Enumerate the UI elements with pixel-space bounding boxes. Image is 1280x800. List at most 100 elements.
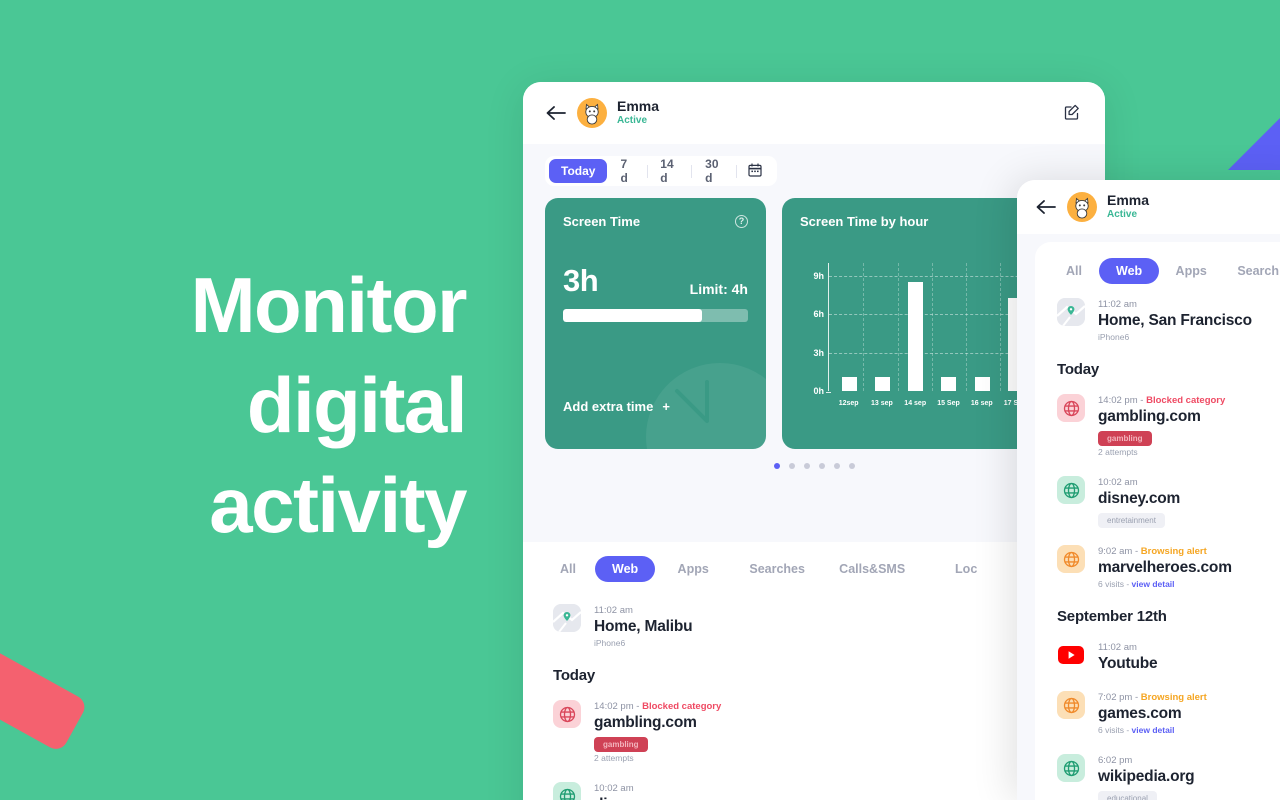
- chart-bar: [875, 376, 891, 391]
- entry-chip-wrap: gambling: [1098, 427, 1225, 446]
- back-arrow-icon[interactable]: [545, 102, 567, 124]
- list-item[interactable]: 10:02 amdisney.comentretainment: [553, 782, 1075, 800]
- chart-y-tick: 3h: [813, 347, 824, 358]
- tab-apps[interactable]: Apps: [655, 556, 731, 582]
- entry-title: disney.com: [594, 795, 676, 800]
- globe-icon: [553, 700, 581, 728]
- tab-searches[interactable]: Searches: [731, 556, 823, 582]
- chart-gridline-v: [931, 263, 933, 391]
- carousel-dot[interactable]: [788, 463, 795, 469]
- entry-title: gambling.com: [1098, 408, 1201, 425]
- cat-avatar[interactable]: [577, 98, 607, 128]
- range-tab-today[interactable]: Today: [549, 159, 608, 183]
- day-heading: Today: [553, 667, 596, 684]
- help-icon[interactable]: ?: [735, 215, 748, 228]
- entry-alert: Blocked category: [642, 701, 722, 712]
- chart-bar: [842, 376, 858, 391]
- add-extra-time-button[interactable]: Add extra time +: [563, 399, 670, 414]
- tab-apps[interactable]: Apps: [1159, 258, 1223, 284]
- chart-x-tick: 15 Sep: [937, 399, 960, 407]
- list-item[interactable]: 10:02 amdisney.comentretainment: [1057, 476, 1280, 528]
- list-item[interactable]: 7:02 pm - Browsing alert games.com 6 visit…: [1057, 691, 1280, 737]
- day-heading: September 12th: [1057, 608, 1167, 625]
- screen-time-values: 3h Limit: 4h: [563, 263, 748, 298]
- screen-time-value: 3h: [563, 263, 599, 298]
- plus-icon: +: [662, 399, 670, 414]
- hero-line-3: activity: [209, 461, 467, 549]
- screen-time-progress-fill: [563, 309, 702, 322]
- user-info: Emma Active: [617, 99, 659, 127]
- location-title: Home, Malibu: [594, 618, 693, 635]
- list-item[interactable]: 14:02 pm - Blocked category gambling.com g…: [553, 700, 1075, 765]
- list-item[interactable]: 6:02 pm wikipedia.org educational: [1057, 754, 1280, 800]
- entry-meta: 11:02 am: [1098, 641, 1157, 654]
- right-panel-header: Emma Active: [1017, 180, 1280, 234]
- globe-icon: [1057, 691, 1085, 719]
- screen-time-card[interactable]: Screen Time ? 3h Limit: 4h Add extra tim…: [545, 198, 766, 449]
- tab-calls-sms[interactable]: Calls&SMS: [823, 556, 921, 582]
- carousel-dot[interactable]: [833, 463, 840, 469]
- tab-web[interactable]: Web: [595, 556, 656, 582]
- entry-time: 10:02 am: [1098, 477, 1138, 488]
- entry-sub: 6 visits - view detail: [1098, 725, 1175, 735]
- cat-avatar[interactable]: [1067, 192, 1097, 222]
- carousel-dot[interactable]: [818, 463, 825, 469]
- right-activity-card: All Web Apps Search 11:02 am Home, San Fran…: [1035, 242, 1280, 800]
- entry-alert: Browsing alert: [1140, 546, 1207, 557]
- tab-all[interactable]: All: [541, 556, 595, 582]
- chart-bar: [974, 376, 990, 391]
- calendar-icon[interactable]: [737, 163, 773, 179]
- screen-time-progress: [563, 309, 748, 322]
- clock-hands-icon: [675, 380, 709, 423]
- entry-time: 9:02 am: [1098, 546, 1133, 557]
- list-item-text: 7:02 pm - Browsing alert games.com 6 visit…: [1098, 691, 1207, 737]
- list-item[interactable]: 14:02 pm - Blocked category gambling.com g…: [1057, 394, 1280, 459]
- tab-loc[interactable]: Loc: [921, 556, 1011, 582]
- entry-chip-wrap: gambling: [594, 733, 721, 752]
- map-pin-icon: [1057, 298, 1085, 326]
- view-detail-link[interactable]: view detail: [1132, 725, 1175, 735]
- entry-meta: 9:02 am - Browsing alert: [1098, 546, 1207, 557]
- location-text: 11:02 am Home, San Francisco iPhone6: [1098, 298, 1252, 344]
- user-name: Emma: [1107, 192, 1150, 208]
- tab-web[interactable]: Web: [1099, 258, 1160, 284]
- range-tab-14d[interactable]: 14 d: [647, 157, 691, 185]
- chart-gridline-v: [1000, 263, 1002, 391]
- main-panel-header: Emma Active: [523, 82, 1105, 144]
- entry-alert: Blocked category: [1146, 395, 1226, 406]
- chart-x-tick: 14 sep: [904, 399, 927, 407]
- right-activity-sections: Today 14:02 pm - Blocked category gambling…: [1057, 361, 1280, 800]
- carousel-dot[interactable]: [773, 463, 780, 469]
- range-tab-30d[interactable]: 30 d: [692, 157, 736, 185]
- entry-time: 14:02 pm: [594, 701, 634, 712]
- chart-bar: [941, 376, 957, 391]
- chart-x-tick: 16 sep: [970, 399, 993, 407]
- entry-chip-wrap: educational: [1098, 787, 1194, 800]
- tab-all[interactable]: All: [1049, 258, 1099, 284]
- list-item[interactable]: 11:02 am Youtube: [1057, 641, 1280, 674]
- chart-y-axis: 0h 3h 6h 9h: [800, 263, 824, 396]
- view-detail-link[interactable]: view detail: [1132, 579, 1175, 589]
- carousel-dot[interactable]: [803, 463, 810, 469]
- list-item-text: 14:02 pm - Blocked category gambling.com g…: [1098, 394, 1225, 459]
- entry-time: 10:02 am: [594, 783, 634, 794]
- entry-meta: 14:02 pm - Blocked category: [1098, 395, 1226, 406]
- location-row[interactable]: 11:02 am Home, San Francisco iPhone6: [1057, 298, 1280, 344]
- entry-meta: 6:02 pm: [1098, 754, 1194, 767]
- back-arrow-icon[interactable]: [1035, 196, 1057, 218]
- edit-icon[interactable]: [1063, 103, 1083, 123]
- blue-decor-shape: [1228, 118, 1280, 170]
- range-tab-7d[interactable]: 7 d: [607, 157, 646, 185]
- chart-bar: [908, 282, 924, 391]
- entry-alert: Browsing alert: [1140, 692, 1207, 703]
- entry-title: gambling.com: [594, 714, 697, 731]
- carousel-dot[interactable]: [848, 463, 855, 469]
- chart-gridline-v: [863, 263, 865, 391]
- location-row[interactable]: 11:02 am Home, Malibu iPhone6: [553, 604, 1075, 650]
- day-heading: Today: [1057, 361, 1100, 378]
- hero-headline: Monitor digital activity: [0, 255, 468, 555]
- entry-category-chip: educational: [1098, 791, 1157, 800]
- location-time: 11:02 am: [594, 605, 633, 616]
- list-item[interactable]: 9:02 am - Browsing alert marvelheroes.com…: [1057, 545, 1280, 591]
- tab-search[interactable]: Search: [1223, 258, 1280, 284]
